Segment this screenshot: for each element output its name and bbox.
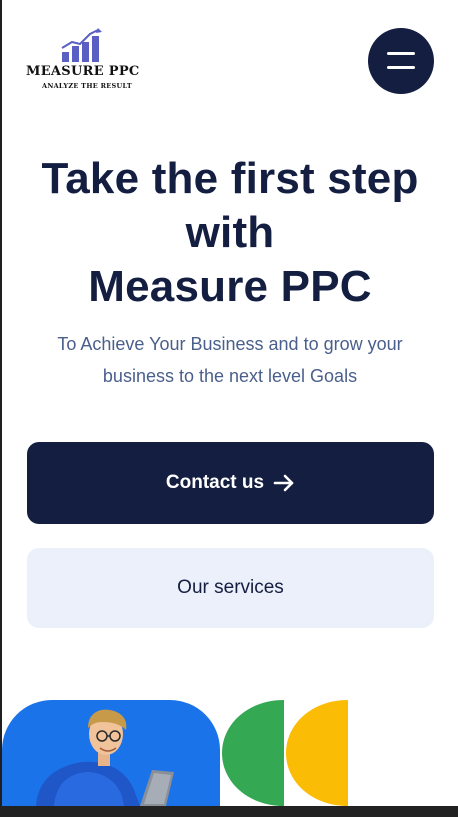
contact-us-label: Contact us — [165, 472, 265, 493]
yellow-half-circle-shape — [286, 700, 348, 806]
growth-chart-icon — [61, 28, 102, 62]
our-services-label: Our services — [177, 577, 284, 598]
hamburger-menu-icon — [387, 52, 415, 55]
green-half-circle-shape — [222, 700, 284, 806]
hero-subtitle-line: business to the next level Goals — [102, 366, 358, 386]
hero-title-line: Measure PPC — [88, 262, 372, 311]
hero-title-line: with — [185, 208, 275, 257]
site-logo[interactable]: MEASURE PPC ANALYZE THE RESULT — [26, 28, 156, 94]
hero-subtitle: To Achieve Your Business and to grow you… — [32, 328, 428, 392]
site-header: MEASURE PPC ANALYZE THE RESULT — [2, 0, 458, 110]
hamburger-menu-icon — [387, 66, 415, 69]
page-frame: MEASURE PPC ANALYZE THE RESULT Take the … — [0, 0, 458, 806]
logo-name: MEASURE PPC — [26, 64, 140, 79]
logo-tagline: ANALYZE THE RESULT — [42, 82, 132, 90]
menu-button[interactable] — [368, 28, 434, 94]
hero-subtitle-line: To Achieve Your Business and to grow you… — [57, 334, 403, 354]
our-services-button[interactable]: Our services — [27, 548, 434, 628]
hero-title: Take the first step with Measure PPC — [2, 152, 458, 314]
hero-illustration — [2, 700, 348, 806]
contact-us-button[interactable]: Contact us — [27, 442, 434, 524]
hero-title-line: Take the first step — [41, 154, 419, 203]
arrow-right-icon — [273, 474, 294, 492]
bottom-scroll-bar — [0, 806, 458, 817]
